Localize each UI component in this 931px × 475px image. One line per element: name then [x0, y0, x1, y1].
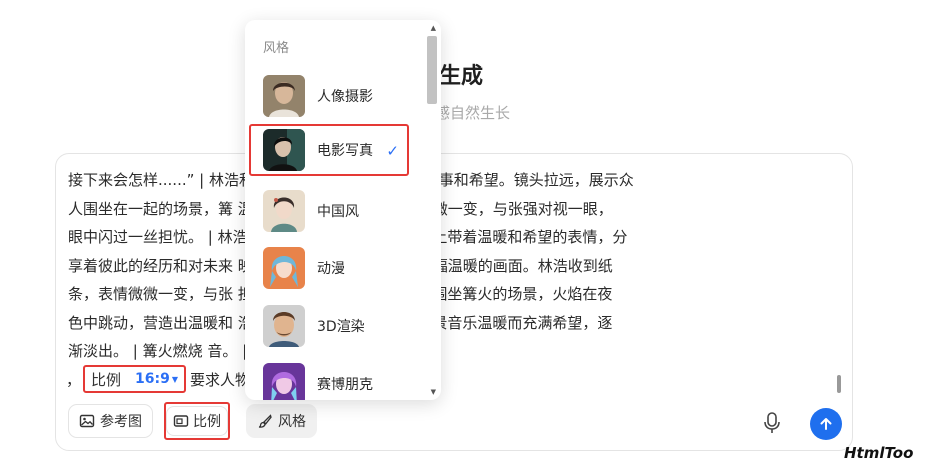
ratio-inline-row: ， 比例 16:9 ▼ 要求人物: [66, 365, 250, 393]
chevron-down-icon: ▼: [171, 374, 179, 384]
style-option-label: 3D渲染: [317, 319, 365, 335]
anime-thumbnail: [263, 247, 305, 289]
prompt-line: 渐淡出。 | 篝火燃烧 音。 |: [68, 342, 248, 360]
style-option-label: 电影写真: [317, 143, 373, 159]
ratio-suffix-text: 要求人物: [190, 370, 251, 389]
check-icon: ✓: [386, 142, 399, 160]
ratio-button[interactable]: 比例: [164, 402, 230, 440]
ratio-prefix: ，: [66, 370, 82, 389]
ratio-chip-value: 16:9: [135, 371, 170, 387]
style-option-portrait[interactable]: 人像摄影: [251, 70, 415, 122]
scroll-down-icon[interactable]: ▼: [431, 388, 436, 396]
style-option-label: 人像摄影: [317, 89, 373, 105]
style-dropdown: 风格 人像摄影 电影写真 ✓ 中国风 动漫 3D渲染 赛博朋克 ▲ ▼: [245, 20, 441, 400]
prompt-line: 条，表情微微一变，与张 担忧。 | 镜头拉远，展示众人围坐篝火的场景，火焰在夜: [68, 285, 613, 303]
style-option-anime[interactable]: 动漫: [251, 242, 415, 294]
ratio-chip-label: 比例: [91, 370, 122, 389]
chinese-style-thumbnail: [263, 190, 305, 232]
brush-icon: [258, 414, 272, 428]
style-option-label: 动漫: [317, 261, 345, 277]
prompt-card: 接下来会怎样......” | 林浩和 坐在篝火旁，分享彼此的故事和希望。镜头拉…: [55, 153, 853, 451]
ratio-inline-chip[interactable]: 比例 16:9 ▼: [83, 365, 187, 393]
style-option-label: 赛博朋克: [317, 377, 373, 393]
reference-image-label: 参考图: [100, 414, 142, 430]
aspect-ratio-icon: [173, 415, 189, 427]
send-button[interactable]: [810, 408, 842, 440]
arrow-up-icon: [820, 418, 832, 430]
style-option-film[interactable]: 电影写真 ✓: [249, 124, 409, 176]
film-thumbnail: [263, 129, 305, 171]
style-option-chinese[interactable]: 中国风: [251, 185, 415, 237]
prompt-textarea[interactable]: 接下来会怎样......” | 林浩和 坐在篝火旁，分享彼此的故事和希望。镜头拉…: [68, 166, 836, 366]
style-button[interactable]: 风格: [246, 404, 317, 438]
dropdown-scrollbar[interactable]: [427, 36, 437, 104]
textarea-scrollbar[interactable]: [837, 375, 841, 393]
prompt-line: 眼中闪过一丝担忧。 | 林浩 存者们围坐在一起。大家脸上带着温暖和希望的表情，分: [68, 228, 627, 246]
ratio-button-label: 比例: [193, 414, 221, 430]
3d-render-thumbnail: [263, 305, 305, 347]
prompt-line: 享着彼此的经历和对未来 映照在每个人的脸上，形成一幅温暖的画面。林浩收到纸: [68, 256, 613, 275]
scroll-up-icon[interactable]: ▲: [431, 24, 436, 32]
style-option-3d[interactable]: 3D渲染: [251, 300, 415, 352]
image-icon: [79, 414, 95, 428]
prompt-line: 色中跳动，营造出温暖和 浩和张强担忧的表情上。 | 背景音乐温暖而充满希望，逐: [68, 313, 613, 332]
watermark: HtmlToo: [844, 444, 914, 462]
reference-image-button[interactable]: 参考图: [68, 404, 153, 438]
microphone-icon[interactable]: [763, 412, 781, 434]
prompt-line: 接下来会怎样......” | 林浩和 坐在篝火旁，分享彼此的故事和希望。镜头拉…: [68, 171, 634, 189]
style-option-label: 中国风: [317, 204, 359, 220]
dropdown-heading: 风格: [263, 41, 290, 56]
style-button-label: 风格: [278, 414, 306, 430]
portrait-thumbnail: [263, 75, 305, 117]
cyberpunk-thumbnail: [263, 363, 305, 400]
prompt-line: 人围坐在一起的场景，篝 温暖。林浩收到纸条，表情微微一变，与张强对视一眼，: [68, 199, 613, 218]
style-option-cyberpunk[interactable]: 赛博朋克: [251, 358, 415, 400]
